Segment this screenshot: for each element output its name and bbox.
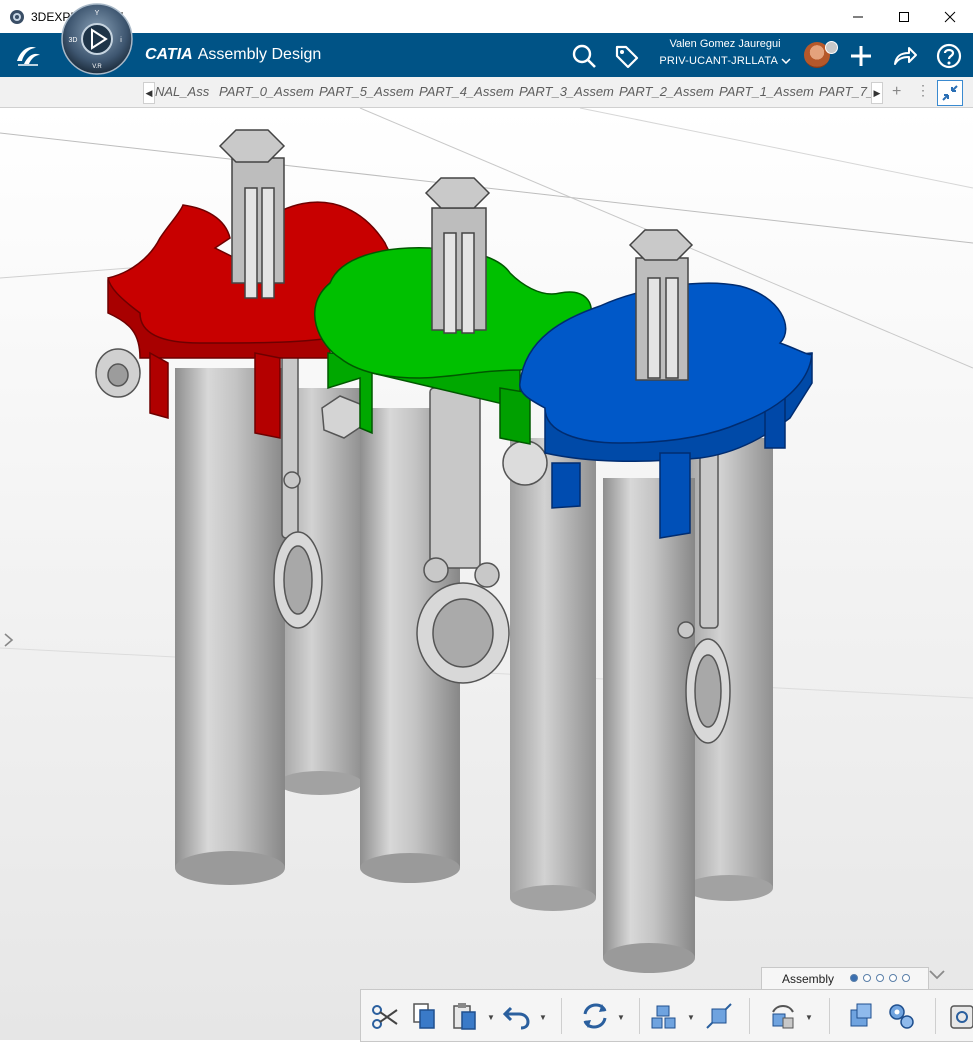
close-button[interactable] [927, 0, 973, 33]
post-right[interactable] [628, 229, 694, 381]
app-header: CATIA Assembly Design Valen Gomez Jauregu… [0, 33, 973, 77]
front-tube-right[interactable] [603, 478, 695, 973]
maximize-icon [899, 11, 909, 22]
front-tube-left[interactable] [175, 368, 285, 885]
back-tube-middle[interactable] [510, 438, 596, 911]
user-name: Valen Gomez Jauregui [669, 38, 781, 50]
compass-label-top: Y [95, 10, 100, 17]
app-title: CATIA Assembly Design [145, 46, 321, 64]
engineering-connection-icon[interactable] [767, 1000, 799, 1032]
tab-menu-button[interactable]: ⋮ [916, 82, 930, 99]
chevron-right-icon: ▶ [873, 87, 881, 98]
dassault-logo[interactable] [12, 39, 44, 71]
app-icon [10, 9, 24, 24]
cut-icon[interactable] [369, 1000, 401, 1032]
tab-part-4[interactable]: PART_4_Assem [419, 77, 519, 107]
tab-part-5[interactable]: PART_5_Assem [319, 77, 419, 107]
section-page-dot[interactable] [902, 974, 910, 982]
update-dropdown-icon[interactable]: ▼ [617, 1013, 625, 1022]
side-panel-chevron-icon[interactable] [3, 632, 15, 648]
minimize-icon [853, 16, 863, 17]
action-bar: ▼ ▼ ▼ ▼ ▼ [360, 989, 973, 1042]
status-badge [825, 41, 838, 54]
side-bolt-left[interactable] [95, 348, 141, 398]
compass-label-left: 3D [69, 37, 78, 44]
insert-dropdown-icon[interactable]: ▼ [687, 1013, 695, 1022]
section-page-dot[interactable] [876, 974, 884, 982]
paste-icon[interactable] [449, 1000, 481, 1032]
tab-part-0[interactable]: PART_0_Assem [219, 77, 319, 107]
chevron-down-icon [781, 58, 791, 65]
toolbar-separator [639, 998, 640, 1034]
section-page-dot[interactable] [889, 974, 897, 982]
search-icon[interactable] [570, 42, 598, 70]
section-page-dot[interactable] [863, 974, 871, 982]
tab-bar: ◀ NAL_Ass PART_0_Assem PART_5_Assem PART… [0, 77, 973, 108]
insert-product-icon[interactable] [649, 1000, 681, 1032]
section-pager [850, 974, 910, 982]
3d-viewport[interactable] [0, 108, 973, 1040]
collapse-button[interactable] [937, 80, 963, 106]
tab-nal-assembly[interactable]: NAL_Ass [155, 77, 219, 107]
collapse-icon [942, 85, 958, 101]
update-icon[interactable] [579, 1000, 611, 1032]
tag-icon[interactable] [613, 42, 641, 70]
chevron-left-icon: ◀ [145, 87, 153, 98]
brand-name: CATIA [145, 46, 193, 63]
tab-scroll-right[interactable]: ▶ [871, 82, 883, 104]
app-name: Assembly Design [197, 46, 322, 63]
toolbar-separator [561, 998, 562, 1034]
tab-list: NAL_Ass PART_0_Assem PART_5_Assem PART_4… [155, 77, 871, 107]
help-icon[interactable] [935, 42, 963, 70]
3d-model-render[interactable] [0, 108, 973, 1040]
action-bar-section-tab[interactable]: Assembly [761, 967, 929, 990]
tab-part-2[interactable]: PART_2_Assem [619, 77, 719, 107]
paste-dropdown-icon[interactable]: ▼ [487, 1013, 495, 1022]
toolbar-separator [829, 998, 830, 1034]
connection-dropdown-icon[interactable]: ▼ [805, 1013, 813, 1022]
toolbar-separator [749, 998, 750, 1034]
section-page-dot[interactable] [850, 974, 858, 982]
tab-part-3[interactable]: PART_3_Assem [519, 77, 619, 107]
tab-part-7[interactable]: PART_7_ [819, 77, 871, 107]
compass-label-bottom: V.R [92, 64, 102, 70]
undo-icon[interactable] [501, 1000, 533, 1032]
toolbar-separator [935, 998, 936, 1034]
tenant-name: PRIV-UCANT-JRLLATA [659, 55, 778, 67]
add-tab-button[interactable]: + [892, 83, 901, 101]
gear-assembly-icon[interactable] [885, 1000, 917, 1032]
explode-icon[interactable] [703, 1000, 735, 1032]
tenant-selector[interactable]: PRIV-UCANT-JRLLATA [650, 55, 800, 67]
assembly-icon[interactable] [845, 1000, 877, 1032]
share-icon[interactable] [891, 42, 919, 70]
copy-icon[interactable] [409, 1000, 441, 1032]
close-icon [944, 11, 956, 22]
post-middle[interactable] [424, 177, 491, 334]
compass-widget[interactable]: Y 3D i V.R [60, 2, 134, 76]
undo-dropdown-icon[interactable]: ▼ [539, 1013, 547, 1022]
minimize-button[interactable] [835, 0, 881, 33]
hex-nut-middle [424, 177, 491, 209]
window-title-bar: 3DEXPERIENCE [0, 0, 973, 34]
tab-scroll-left[interactable]: ◀ [143, 82, 155, 104]
more-tool-icon[interactable] [947, 1000, 973, 1032]
tab-part-1[interactable]: PART_1_Assem [719, 77, 819, 107]
maximize-button[interactable] [881, 0, 927, 33]
user-info[interactable]: Valen Gomez Jauregui PRIV-UCANT-JRLLATA [650, 38, 800, 67]
add-icon[interactable] [847, 42, 875, 70]
section-label: Assembly [782, 972, 835, 986]
chevron-down-icon[interactable] [928, 968, 946, 982]
